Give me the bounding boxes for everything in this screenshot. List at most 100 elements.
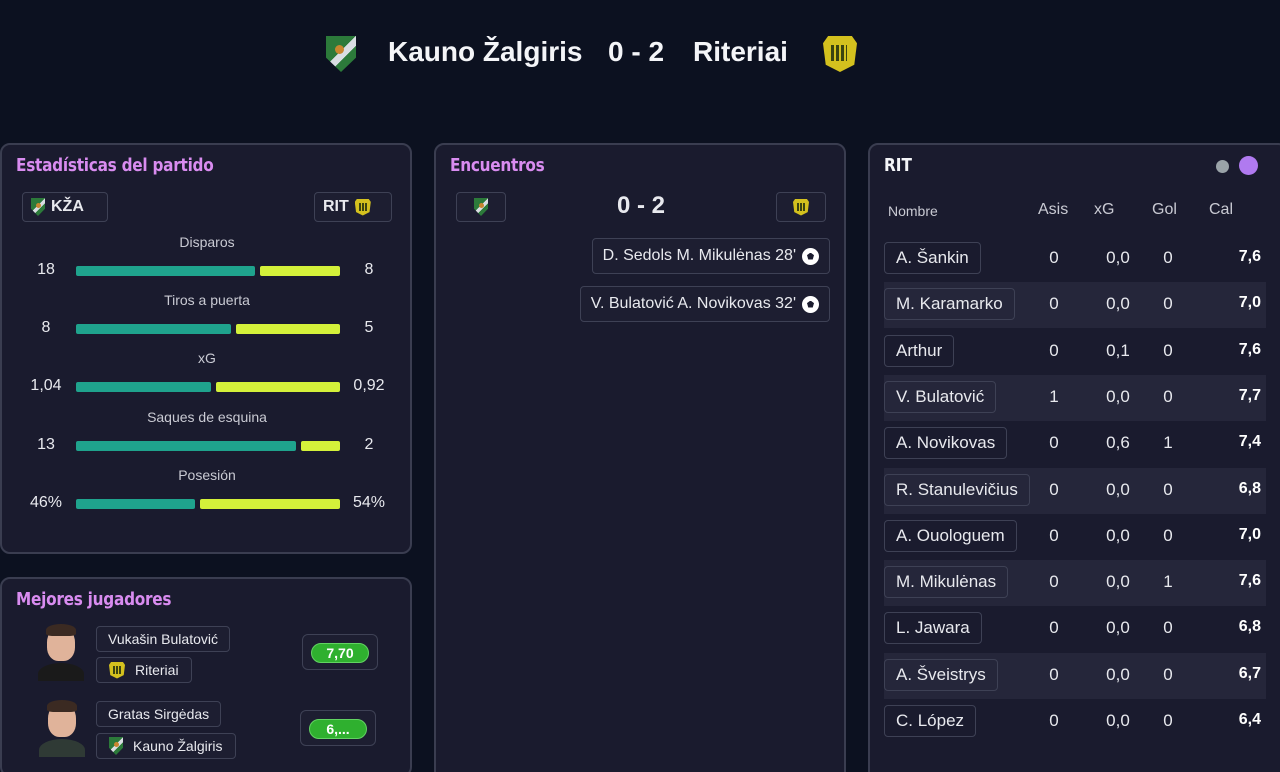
goals-value: 1 bbox=[1163, 572, 1173, 592]
assists-value: 0 bbox=[1049, 340, 1059, 360]
player-name-chip[interactable]: V. Bulatović bbox=[884, 380, 997, 413]
table-row[interactable]: M. Mikulėnas 0 0,0 1 7,6 bbox=[884, 560, 1266, 607]
kauno-zalgiris-crest-icon[interactable] bbox=[326, 36, 356, 72]
player-name-chip[interactable]: Gratas Sirgėdas bbox=[96, 701, 222, 727]
event-text: V. Bulatović A. Novikovas 32' bbox=[590, 295, 796, 312]
player-name-chip[interactable]: L. Jawara bbox=[884, 612, 982, 645]
xg-value: 0,0 bbox=[1106, 664, 1130, 684]
player-rating[interactable]: 6,... bbox=[300, 710, 376, 746]
stat-home-bar bbox=[76, 441, 296, 451]
stat-label: xG bbox=[198, 350, 216, 366]
xg-value: 0,0 bbox=[1106, 294, 1130, 314]
match-score: 0 - 2 bbox=[608, 36, 665, 67]
best-players-panel: Mejores jugadores Vukašin Bulatović Rite… bbox=[0, 577, 412, 772]
stat-away-bar bbox=[301, 441, 340, 451]
assists-value: 0 bbox=[1049, 711, 1059, 730]
goal-event[interactable]: V. Bulatović A. Novikovas 32' bbox=[579, 286, 830, 322]
player-name-chip[interactable]: M. Mikulėnas bbox=[884, 566, 1009, 599]
goal-event[interactable]: D. Sedols M. Mikulėnas 28' bbox=[591, 238, 830, 274]
xg-value: 0,0 bbox=[1106, 386, 1130, 406]
player-avatar[interactable] bbox=[39, 699, 85, 757]
rating-value: 7,6 bbox=[1238, 248, 1261, 265]
player-name-chip[interactable]: M. Karamarko bbox=[884, 288, 1015, 321]
assists-value: 0 bbox=[1049, 248, 1059, 267]
goals-value: 0 bbox=[1163, 664, 1173, 684]
player-name-chip[interactable]: Vukašin Bulatović bbox=[96, 626, 230, 652]
column-header-asis[interactable]: Asis bbox=[1038, 201, 1068, 219]
home-team-name[interactable]: Kauno Žalgiris bbox=[388, 36, 582, 68]
away-team-chip[interactable]: RIT bbox=[314, 192, 392, 222]
rating-value: 6,8 bbox=[1238, 479, 1261, 497]
goals-value: 1 bbox=[1163, 433, 1173, 453]
assists-value: 0 bbox=[1049, 572, 1059, 592]
player-team-chip[interactable]: Kauno Žalgiris bbox=[96, 733, 236, 759]
goals-value: 0 bbox=[1163, 618, 1173, 638]
rating-value: 7,0 bbox=[1238, 294, 1261, 312]
stat-home-bar bbox=[76, 324, 231, 334]
match-header: Kauno Žalgiris 0 - 2 Riteriai bbox=[0, 30, 1280, 78]
player-name-chip[interactable]: Arthur bbox=[884, 334, 955, 367]
riteriai-crest-icon bbox=[793, 198, 809, 216]
goals-value: 0 bbox=[1163, 525, 1173, 545]
table-row[interactable]: M. Karamarko 0 0,0 0 7,0 bbox=[884, 282, 1266, 329]
column-header-gol[interactable]: Gol bbox=[1152, 201, 1177, 219]
rating-value: 7,7 bbox=[1238, 386, 1261, 404]
stat-away-bar bbox=[200, 499, 340, 509]
player-name-chip[interactable]: A. Novikovas bbox=[884, 427, 1008, 460]
stat-away-bar bbox=[260, 266, 340, 276]
player-name-chip[interactable]: A. Šveistrys bbox=[884, 658, 998, 691]
player-rating[interactable]: 7,70 bbox=[302, 634, 378, 670]
xg-value: 0,0 bbox=[1106, 618, 1130, 638]
rating-value: 7,6 bbox=[1238, 572, 1261, 590]
player-team-chip[interactable]: Riteriai bbox=[96, 657, 192, 683]
table-row[interactable]: V. Bulatović 1 0,0 0 7,7 bbox=[884, 374, 1266, 421]
xg-value: 0,0 bbox=[1106, 525, 1130, 545]
xg-value: 0,6 bbox=[1106, 433, 1130, 453]
player-avatar[interactable] bbox=[38, 623, 84, 681]
assists-value: 1 bbox=[1049, 386, 1059, 406]
home-team-chip[interactable]: KŽA bbox=[22, 192, 108, 222]
away-team-name[interactable]: Riteriai bbox=[693, 36, 788, 68]
rating-value: 7,4 bbox=[1238, 433, 1261, 451]
player-name-chip[interactable]: A. Šankin bbox=[884, 242, 981, 274]
away-team-chip[interactable] bbox=[776, 192, 826, 222]
table-row[interactable]: R. Stanulevičius 0 0,0 0 6,8 bbox=[884, 467, 1266, 514]
assists-value: 0 bbox=[1049, 294, 1059, 314]
player-name-chip[interactable]: R. Stanulevičius bbox=[884, 473, 1030, 506]
panel-title: Estadísticas del partido bbox=[16, 155, 214, 176]
grey-dot-toggle[interactable] bbox=[1216, 160, 1229, 173]
column-header-xg[interactable]: xG bbox=[1094, 201, 1114, 219]
table-row[interactable]: A. Novikovas 0 0,6 1 7,4 bbox=[884, 421, 1266, 467]
table-row[interactable]: A. Šankin 0 0,0 0 7,6 bbox=[884, 236, 1266, 282]
riteriai-crest-icon[interactable] bbox=[823, 36, 857, 72]
assists-value: 0 bbox=[1049, 479, 1059, 499]
player-team: Kauno Žalgiris bbox=[133, 738, 223, 754]
rating-value: 6,7 bbox=[1238, 664, 1261, 682]
table-row[interactable]: Arthur 0 0,1 0 7,6 bbox=[884, 329, 1266, 375]
home-team-abbr: KŽA bbox=[51, 198, 84, 215]
table-row[interactable]: L. Jawara 0 0,0 0 6,8 bbox=[884, 606, 1266, 652]
player-name-chip[interactable]: C. López bbox=[884, 705, 977, 737]
column-header-cal[interactable]: Cal bbox=[1209, 201, 1233, 219]
xg-value: 0,0 bbox=[1106, 572, 1130, 592]
table-row[interactable]: A. Ouologuem 0 0,0 0 7,0 bbox=[884, 514, 1266, 560]
player-name-chip[interactable]: A. Ouologuem bbox=[884, 519, 1017, 552]
stat-away-bar bbox=[216, 382, 340, 392]
table-row[interactable]: A. Šveistrys 0 0,0 0 6,7 bbox=[884, 652, 1266, 699]
soccer-ball-icon bbox=[802, 247, 819, 265]
encounters-panel: Encuentros 0 - 2 D. Sedols M. Mikulėnas … bbox=[434, 143, 846, 772]
rating-value: 7,6 bbox=[1238, 340, 1261, 358]
stat-label: Posesión bbox=[178, 467, 236, 483]
column-header-name[interactable]: Nombre bbox=[888, 203, 938, 219]
stat-home-bar bbox=[76, 382, 211, 392]
xg-value: 0,0 bbox=[1106, 248, 1130, 267]
table-row[interactable]: C. López 0 0,0 0 6,4 bbox=[884, 699, 1266, 745]
xg-value: 0,1 bbox=[1106, 340, 1130, 360]
kauno-zalgiris-crest-icon bbox=[31, 198, 45, 216]
team-title: RIT bbox=[884, 155, 912, 176]
purple-dot-toggle[interactable] bbox=[1239, 156, 1258, 175]
rating-value: 7,0 bbox=[1238, 525, 1261, 543]
stat-label: Tiros a puerta bbox=[164, 292, 250, 308]
stat-home-bar bbox=[76, 499, 195, 509]
match-stats-panel: Estadísticas del partido KŽA RIT Disparo… bbox=[0, 143, 412, 554]
